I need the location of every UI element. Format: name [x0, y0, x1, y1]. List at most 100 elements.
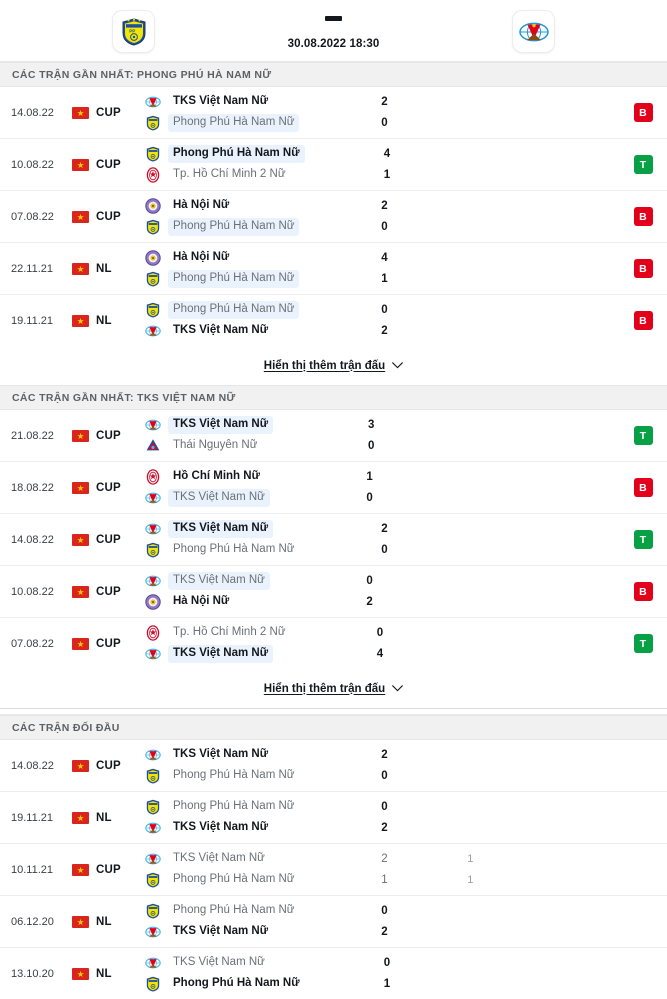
extra-score-cell [463, 618, 533, 669]
home-team-line[interactable]: Tp. Hồ Chí Minh 2 Nữ [145, 624, 377, 642]
away-extra-score [452, 593, 522, 611]
away-team-line[interactable]: Thái Nguyên Nữ [145, 437, 368, 455]
competition-label: CUP [96, 429, 121, 442]
vietnam-flag-icon [72, 262, 89, 275]
away-team-line[interactable]: TKS Việt Nam Nữ [145, 645, 377, 663]
match-date: 10.08.22 [11, 585, 54, 598]
home-team-crest[interactable]: PP [113, 11, 154, 52]
home-extra-score [454, 416, 524, 434]
phongphu-logo-icon [145, 903, 161, 919]
away-team-line[interactable]: Phong Phú Hà Nam Nữ [145, 541, 381, 559]
extra-score-cell [467, 191, 537, 242]
table-row[interactable]: 22.11.21 NL Hà Nội Nữ Phong Phú Hà Nam N… [0, 243, 667, 295]
table-row[interactable]: 10.08.22 CUP Phong Phú Hà Nam Nữ Tp. Hồ … [0, 139, 667, 191]
row-spacer [540, 139, 619, 190]
extra-score-cell [452, 462, 522, 513]
table-row[interactable]: 10.11.21 CUP TKS Việt Nam Nữ Phong Phú H… [0, 844, 667, 896]
home-team-line[interactable]: Phong Phú Hà Nam Nữ [145, 145, 384, 163]
away-team-line[interactable]: Hà Nội Nữ [145, 593, 366, 611]
home-team-line[interactable]: Phong Phú Hà Nam Nữ [145, 902, 381, 920]
away-team-line[interactable]: Phong Phú Hà Nam Nữ [145, 975, 384, 993]
away-team-line[interactable]: TKS Việt Nam Nữ [145, 322, 381, 340]
competition-cell: NL [72, 243, 145, 294]
tks-logo-icon [145, 822, 161, 834]
row-spacer [537, 740, 619, 791]
table-row[interactable]: 07.08.22 CUP Hà Nội Nữ Phong Phú Hà Nam … [0, 191, 667, 243]
result-cell: B [619, 566, 667, 617]
status-badge: B [633, 103, 653, 122]
away-score: 0 [381, 220, 388, 233]
away-team-line[interactable]: Phong Phú Hà Nam Nữ [145, 114, 381, 132]
extra-score-cell [467, 295, 537, 346]
home-extra-score [452, 468, 522, 486]
phongphu-logo-icon [145, 872, 161, 888]
table-row[interactable]: 18.08.22 CUP Hồ Chí Minh Nữ TKS Việt Nam… [0, 462, 667, 514]
away-team-line[interactable]: Phong Phú Hà Nam Nữ [145, 270, 381, 288]
away-team-line[interactable]: TKS Việt Nam Nữ [145, 819, 381, 837]
section-title-recent-away: CÁC TRẬN GẦN NHẤT: TKS VIỆT NAM NỮ [0, 385, 667, 410]
vietnam-flag-icon [72, 759, 89, 772]
home-team-line[interactable]: Phong Phú Hà Nam Nữ [145, 301, 381, 319]
table-row[interactable]: 14.08.22 CUP TKS Việt Nam Nữ Phong Phú H… [0, 87, 667, 139]
table-row[interactable]: 19.11.21 NL Phong Phú Hà Nam Nữ TKS Việt… [0, 295, 667, 346]
away-team-line[interactable]: Phong Phú Hà Nam Nữ [145, 767, 381, 785]
tks-viet-nam-crest-icon [518, 22, 549, 41]
competition-cell: CUP [72, 410, 145, 461]
row-spacer [533, 618, 619, 669]
away-team-name: Phong Phú Hà Nam Nữ [173, 543, 295, 555]
home-team-line[interactable]: TKS Việt Nam Nữ [145, 850, 381, 868]
away-team-line[interactable]: Phong Phú Hà Nam Nữ [145, 218, 381, 236]
home-team-line[interactable]: TKS Việt Nam Nữ [145, 520, 381, 538]
home-team-line[interactable]: Hà Nội Nữ [145, 249, 381, 267]
hanoi-logo-icon [145, 250, 161, 266]
home-extra-score [467, 746, 537, 764]
table-row[interactable]: 06.12.20 NL Phong Phú Hà Nam Nữ TKS Việt… [0, 896, 667, 948]
home-team-line[interactable]: Hà Nội Nữ [145, 197, 381, 215]
home-score: 0 [376, 626, 384, 639]
phongphu-logo-icon [146, 799, 160, 815]
table-row[interactable]: 19.11.21 NL Phong Phú Hà Nam Nữ TKS Việt… [0, 792, 667, 844]
match-center-info: 30.08.2022 18:30 [244, 6, 424, 50]
away-team-header[interactable] [424, 6, 644, 52]
status-badge: B [633, 207, 653, 226]
home-team-line[interactable]: TKS Việt Nam Nữ [145, 954, 384, 972]
home-team-header[interactable]: PP [24, 6, 244, 52]
tks-logo-icon [145, 417, 161, 433]
home-team-line[interactable]: Hồ Chí Minh Nữ [145, 468, 366, 486]
home-team-line[interactable]: TKS Việt Nam Nữ [145, 416, 368, 434]
away-score: 4 [376, 647, 384, 660]
table-row[interactable]: 07.08.22 CUP Tp. Hồ Chí Minh 2 Nữ TKS Vi… [0, 618, 667, 669]
show-more-matches-recent-away[interactable]: Hiển thị thêm trận đấu [0, 669, 667, 708]
table-row[interactable]: 14.08.22 CUP TKS Việt Nam Nữ Phong Phú H… [0, 514, 667, 566]
thainguyen-logo-icon [146, 439, 160, 451]
home-team-name: Phong Phú Hà Nam Nữ [168, 145, 305, 163]
home-team-line[interactable]: TKS Việt Nam Nữ [145, 572, 366, 590]
table-row[interactable]: 13.10.20 NL TKS Việt Nam Nữ Phong Phú Hà… [0, 948, 667, 999]
home-extra-score [467, 301, 537, 319]
away-team-line[interactable]: Tp. Hồ Chí Minh 2 Nữ [145, 166, 384, 184]
match-date: 07.08.22 [11, 637, 54, 650]
home-team-name: TKS Việt Nam Nữ [173, 956, 265, 968]
phongphu-logo-icon [146, 271, 160, 287]
home-team-line[interactable]: TKS Việt Nam Nữ [145, 746, 381, 764]
status-badge [634, 756, 653, 775]
away-team-line[interactable]: TKS Việt Nam Nữ [145, 489, 366, 507]
home-team-line[interactable]: TKS Việt Nam Nữ [145, 93, 381, 111]
vietnam-flag-icon [72, 106, 89, 119]
away-team-line[interactable]: Phong Phú Hà Nam Nữ [145, 871, 381, 889]
table-row[interactable]: 10.08.22 CUP TKS Việt Nam Nữ Hà Nội Nữ 0… [0, 566, 667, 618]
home-team-name: TKS Việt Nam Nữ [173, 748, 269, 760]
competition-label: NL [96, 811, 112, 824]
away-team-line[interactable]: TKS Việt Nam Nữ [145, 923, 381, 941]
teams-cell: Hà Nội Nữ Phong Phú Hà Nam Nữ [145, 243, 381, 294]
table-row[interactable]: 21.08.22 CUP TKS Việt Nam Nữ Thái Nguyên… [0, 410, 667, 462]
home-extra-score [467, 197, 537, 215]
competition-label: CUP [96, 585, 121, 598]
away-team-crest[interactable] [513, 11, 554, 52]
home-team-line[interactable]: Phong Phú Hà Nam Nữ [145, 798, 381, 816]
show-more-matches-recent-home[interactable]: Hiển thị thêm trận đấu [0, 346, 667, 385]
table-row[interactable]: 14.08.22 CUP TKS Việt Nam Nữ Phong Phú H… [0, 740, 667, 792]
chevron-down-icon [392, 685, 404, 692]
result-cell: T [619, 410, 667, 461]
away-score: 0 [366, 491, 373, 504]
